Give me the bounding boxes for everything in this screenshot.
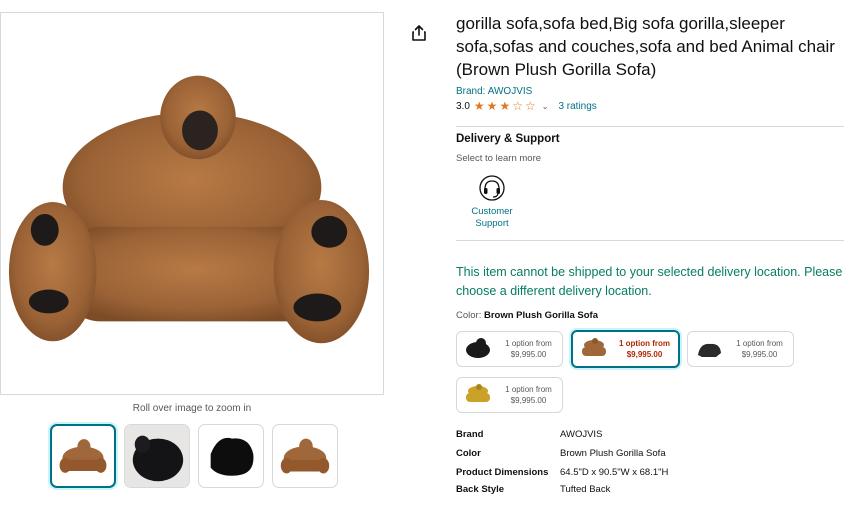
divider [456,126,844,127]
spec-key: Product Dimensions [456,467,549,478]
star-empty-icon[interactable]: ☆ [525,100,536,112]
spec-row: Back Style Tufted Back [456,483,668,496]
thumbnail-2[interactable] [124,424,190,488]
rating-row: 3.0 ★ ★ ★ ☆ ☆ ⌄ 3 ratings [456,100,597,112]
swatch-price: $9,995.00 [510,396,547,405]
zoom-hint: Roll over image to zoom in [132,403,252,414]
swatch-price: $9,995.00 [510,350,547,359]
gorilla-sofa-image [8,75,370,344]
spec-value: 64.5"D x 90.5"W x 68.1"H [560,467,669,478]
thumbnail-strip [50,424,338,488]
swatch-image [466,384,490,402]
product-title: gorilla sofa,sofa bed,Big sofa gorilla,s… [456,14,835,79]
swatch-price: $9,995.00 [626,350,663,359]
rating-value: 3.0 [456,100,470,112]
color-label-text: Color: [456,310,482,321]
swatch-availability: 1 option from [505,385,552,394]
color-option-dark[interactable]: 1 option from $9,995.00 [687,331,794,367]
star-filled-icon[interactable]: ★ [487,100,498,112]
ratings-count-link[interactable]: 3 ratings [558,101,596,112]
swatch-image [466,338,490,358]
spec-key: Back Style [456,484,505,495]
delivery-support-subtitle: Select to learn more [456,153,542,164]
swatch-availability: 1 option from [505,339,552,348]
customer-support-icon[interactable] [478,174,506,202]
shipping-warning: This item cannot be shipped to your sele… [456,265,843,298]
main-product-image[interactable] [0,12,384,395]
swatch-image [698,343,721,357]
share-icon[interactable] [410,24,428,42]
swatch-text: 1 option from $9,995.00 [495,384,562,406]
product-specs-table: Brand AWOJVIS Color Brown Plush Gorilla … [456,428,668,496]
color-option-gold[interactable]: 1 option from $9,995.00 [456,377,563,413]
swatch-availability: 1 option from [736,339,783,348]
spec-value: AWOJVIS [560,429,603,440]
color-option-brown[interactable]: 1 option from $9,995.00 [571,330,680,368]
swatch-text: 1 option from $9,995.00 [726,338,793,360]
swatch-image [582,338,606,356]
star-filled-icon[interactable]: ★ [499,100,510,112]
color-option-black[interactable]: 1 option from $9,995.00 [456,331,563,367]
swatch-text: 1 option from $9,995.00 [495,338,562,360]
thumbnail-4[interactable] [272,424,338,488]
star-empty-icon[interactable]: ☆ [512,100,523,112]
swatch-availability: 1 option from [618,339,671,348]
brand-link[interactable]: Brand: AWOJVIS [456,86,532,97]
swatch-text: 1 option from $9,995.00 [611,338,678,360]
spec-row: Brand AWOJVIS [456,428,668,441]
chevron-down-icon[interactable]: ⌄ [542,102,549,111]
divider [456,240,844,241]
color-selected-value: Brown Plush Gorilla Sofa [483,310,598,321]
spec-value: Tufted Back [560,484,611,495]
delivery-support-title: Delivery & Support [456,133,560,145]
thumbnail-1[interactable] [50,424,116,488]
customer-support-link[interactable]: Customer Support [462,206,522,230]
swatch-price: $9,995.00 [741,350,778,359]
spec-value: Brown Plush Gorilla Sofa [560,448,666,459]
color-label: Color: Brown Plush Gorilla Sofa [456,310,598,321]
spec-row: Product Dimensions 64.5"D x 90.5"W x 68.… [456,466,668,479]
spec-row: Color Brown Plush Gorilla Sofa [456,447,668,460]
star-filled-icon[interactable]: ★ [474,100,485,112]
spec-key: Color [456,448,481,459]
spec-key: Brand [456,429,484,440]
thumbnail-3[interactable] [198,424,264,488]
